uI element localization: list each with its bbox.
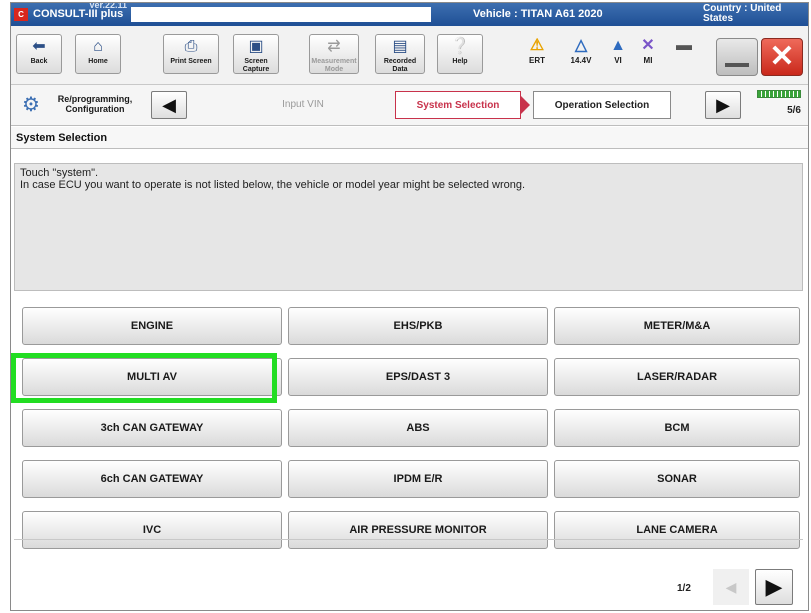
application-window: C CONSULT-III plus Ver.22.11 Vehicle : T… bbox=[10, 2, 809, 611]
signal-icon: ▲ bbox=[610, 37, 626, 54]
system-button-ivc[interactable]: IVC bbox=[22, 511, 282, 549]
close-button[interactable]: ✕ bbox=[761, 38, 803, 76]
instruction-line-2: In case ECU you want to operate is not l… bbox=[20, 179, 526, 191]
toolbar: ⬅ Back ⌂ Home ⎙ Print Screen ▣ Screen Ca… bbox=[11, 26, 808, 85]
title-bar-redaction bbox=[131, 7, 431, 22]
app-logo-icon: C bbox=[14, 8, 28, 21]
page-indicator: 1/2 bbox=[677, 583, 691, 594]
vehicle-info: Vehicle : TITAN A61 2020 bbox=[473, 8, 603, 20]
system-button-engine[interactable]: ENGINE bbox=[22, 307, 282, 345]
highlight-box bbox=[11, 353, 277, 403]
printer-icon: ⎙ bbox=[184, 38, 198, 55]
system-button-3ch-can-gateway[interactable]: 3ch CAN GATEWAY bbox=[22, 409, 282, 447]
warning-icon: ⚠ bbox=[529, 37, 545, 54]
vi-status: ▲ VI bbox=[605, 36, 631, 65]
system-button-6ch-can-gateway[interactable]: 6ch CAN GATEWAY bbox=[22, 460, 282, 498]
minimize-button[interactable] bbox=[716, 38, 758, 76]
system-button-ipdm[interactable]: IPDM E/R bbox=[288, 460, 548, 498]
previous-page-button[interactable]: ◀ bbox=[713, 569, 749, 605]
progress-bar bbox=[757, 90, 801, 98]
forward-step-button[interactable]: ▶ bbox=[705, 91, 741, 119]
recorded-data-icon: ▤ bbox=[392, 38, 408, 55]
home-icon: ⌂ bbox=[93, 38, 103, 55]
page-title: System Selection bbox=[11, 127, 808, 149]
back-button[interactable]: ⬅ Back bbox=[16, 34, 62, 74]
system-button-abs[interactable]: ABS bbox=[288, 409, 548, 447]
step-progress: 5/6 bbox=[757, 90, 801, 116]
help-button[interactable]: ❔ Help bbox=[437, 34, 483, 74]
title-bar: C CONSULT-III plus Ver.22.11 Vehicle : T… bbox=[11, 3, 808, 26]
system-button-sonar[interactable]: SONAR bbox=[554, 460, 800, 498]
measurement-icon: ⇄ bbox=[327, 38, 341, 55]
mi-status: ✕ MI bbox=[635, 36, 661, 65]
measurement-mode-button[interactable]: ⇄ Measurement Mode bbox=[309, 34, 359, 74]
next-page-button[interactable]: ▶ bbox=[755, 569, 793, 605]
system-button-lane-camera[interactable]: LANE CAMERA bbox=[554, 511, 800, 549]
home-button[interactable]: ⌂ Home bbox=[75, 34, 121, 74]
divider bbox=[14, 539, 803, 540]
breadcrumb-bar: ⚙ Re/programming, Configuration ◀ Input … bbox=[11, 85, 808, 126]
step-operation-selection[interactable]: Operation Selection bbox=[533, 91, 671, 119]
back-arrow-icon: ⬅ bbox=[32, 38, 46, 55]
reprogramming-icon: ⚙ bbox=[22, 94, 40, 116]
step-input-vin[interactable]: Input VIN bbox=[243, 91, 363, 119]
instruction-line-1: Touch "system". bbox=[20, 167, 99, 179]
recorded-data-button[interactable]: ▤ Recorded Data bbox=[375, 34, 425, 74]
device-icon: ▬ bbox=[676, 37, 692, 54]
step-system-selection[interactable]: System Selection bbox=[395, 91, 530, 119]
country-info: Country : United States bbox=[703, 3, 782, 24]
instruction-panel: Touch "system". In case ECU you want to … bbox=[14, 163, 803, 291]
system-button-ehs-pkb[interactable]: EHS/PKB bbox=[288, 307, 548, 345]
no-connection-icon: ✕ bbox=[641, 37, 655, 54]
mode-label: Re/programming, Configuration bbox=[57, 94, 133, 114]
battery-voltage-status: △ 14.4V bbox=[559, 36, 603, 65]
consult-app: C CONSULT-III plus Ver.22.11 Vehicle : T… bbox=[0, 0, 811, 613]
system-button-air-pressure-monitor[interactable]: AIR PRESSURE MONITOR bbox=[288, 511, 548, 549]
system-button-bcm[interactable]: BCM bbox=[554, 409, 800, 447]
back-step-button[interactable]: ◀ bbox=[151, 91, 187, 119]
vehicle-icon: △ bbox=[574, 37, 588, 54]
print-screen-button[interactable]: ⎙ Print Screen bbox=[163, 34, 219, 74]
ert-status[interactable]: ⚠ ERT bbox=[517, 36, 557, 65]
help-icon: ❔ bbox=[450, 38, 470, 55]
screen-capture-button[interactable]: ▣ Screen Capture bbox=[233, 34, 279, 74]
device-status: ▬ bbox=[669, 36, 699, 56]
system-button-eps-dast[interactable]: EPS/DAST 3 bbox=[288, 358, 548, 396]
progress-text: 5/6 bbox=[787, 105, 801, 116]
app-version: Ver.22.11 bbox=[89, 2, 128, 10]
system-button-meter[interactable]: METER/M&A bbox=[554, 307, 800, 345]
system-button-laser-radar[interactable]: LASER/RADAR bbox=[554, 358, 800, 396]
camera-icon: ▣ bbox=[248, 38, 264, 55]
